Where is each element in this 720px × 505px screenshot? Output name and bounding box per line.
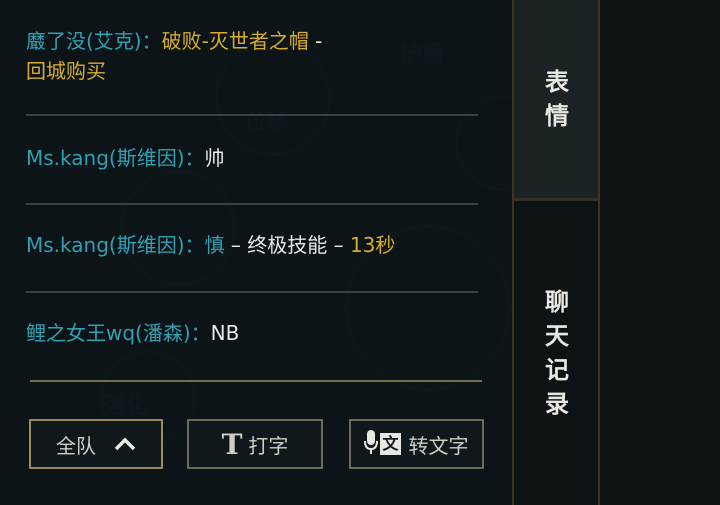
side-tab-bar: 表 情 聊 天 记 录 [514,0,600,505]
team-channel-label: 全队 [56,433,96,458]
typing-label: 打字 [248,433,289,458]
message-divider [26,203,478,205]
tab-label-char: 录 [545,390,569,418]
tab-separator [514,198,600,201]
game-background-right [600,0,720,505]
message-divider [26,114,478,116]
chat-message: 黀了没(艾克)：破败-灭世者之帽 - 回城购买 [26,26,496,86]
voice-to-text-label: 转文字 [408,433,469,458]
message-text: - [308,29,323,53]
team-channel-button[interactable]: 全队 [29,419,163,469]
text-t-icon: T [221,427,243,461]
chat-history-panel[interactable]: 黀了没(艾克)：破败-灭世者之帽 - 回城购买 Ms.kang(斯维因)：帅 M… [0,0,514,505]
input-divider [30,380,482,382]
tab-label-char: 记 [545,356,569,384]
tab-label-char: 聊 [545,288,569,316]
chat-message: 鲤之女王wq(潘森)：NB [26,318,496,348]
chat-message: Ms.kang(斯维因)：慎 – 终极技能 – 13秒 [26,230,496,260]
message-text: NB [210,321,240,345]
message-text: 回城购买 [26,59,106,83]
champion-name: 慎 [204,233,225,257]
panel-border [598,0,600,505]
typing-button[interactable]: T 打字 [187,419,323,469]
chevron-up-icon [114,432,136,456]
tab-chat-history[interactable]: 聊 天 记 录 [514,201,600,505]
sender-name: Ms.kang(斯维因)： [26,146,205,170]
chat-message: Ms.kang(斯维因)：帅 [26,143,496,173]
item-name: 破败-灭世者之帽 [161,29,309,53]
sender-name: Ms.kang(斯维因)： [26,233,205,257]
sender-name: 鲤之女王wq(潘森)： [26,321,211,345]
microphone-icon [364,429,379,460]
message-text: 帅 [204,146,225,170]
message-divider [26,291,478,293]
tab-emoji[interactable]: 表 情 [514,0,600,198]
message-text: – 终极技能 – [224,233,350,257]
tab-label-char: 天 [545,322,569,350]
cooldown-time: 13秒 [349,233,396,257]
sender-name: 黀了没(艾克)： [26,29,162,53]
tab-label-char: 情 [545,102,569,130]
voice-to-text-button[interactable]: 文 转文字 [349,419,484,469]
tab-label-char: 表 [545,68,569,96]
text-box-icon: 文 [380,433,401,455]
